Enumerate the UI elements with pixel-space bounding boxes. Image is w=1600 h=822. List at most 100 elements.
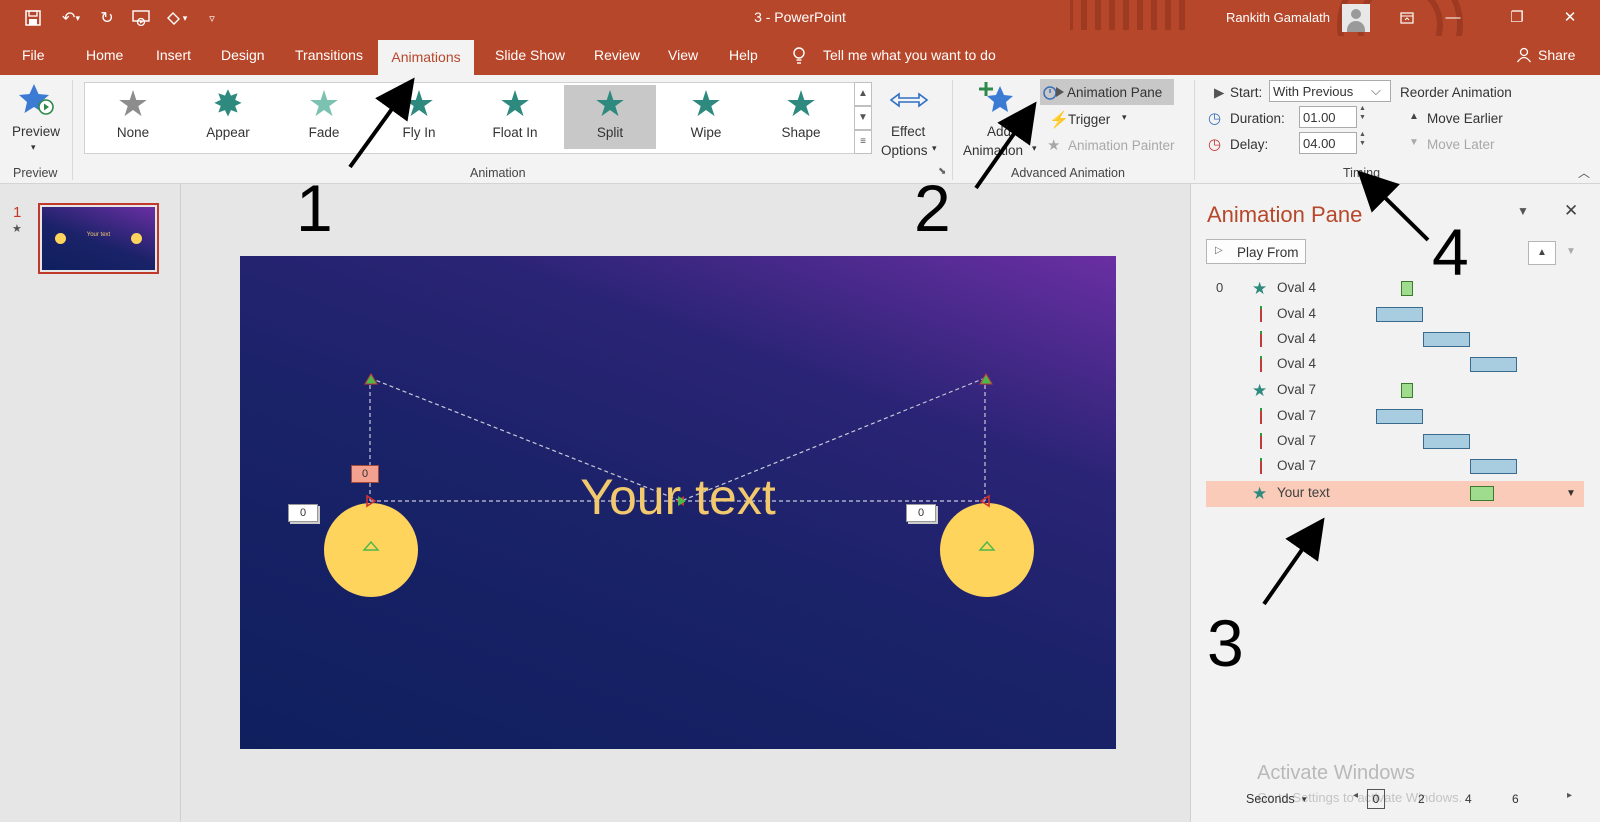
effect-options-dropdown-icon[interactable]: ▾ [932, 143, 937, 154]
row-dropdown-icon[interactable]: ▼ [1566, 488, 1576, 499]
animation-split[interactable]: ★ Split [564, 85, 656, 149]
gallery-scroll-down-icon[interactable]: ▼ [854, 106, 872, 130]
gallery-scroll-up-icon[interactable]: ▲ [854, 82, 872, 106]
timeline-scroll-right-icon[interactable]: ▸ [1567, 790, 1572, 801]
effect-options-label-2[interactable]: Options [881, 143, 928, 158]
duration-spinner-icon[interactable]: ▲ ▼ [1359, 104, 1366, 122]
tab-animations[interactable]: Animations [378, 40, 474, 76]
tab-design[interactable]: Design [221, 47, 265, 63]
list-item[interactable]: Oval 4 [1277, 280, 1316, 295]
lightbulb-icon [792, 47, 806, 65]
ribbon-display-options-icon[interactable] [1392, 6, 1422, 30]
motion-path-icon [1260, 458, 1262, 474]
share-button[interactable]: Share [1538, 47, 1575, 63]
add-animation-button[interactable]: Add [987, 124, 1011, 139]
move-up-icon[interactable]: ▲ [1528, 241, 1556, 265]
list-item[interactable]: Oval 4 [1277, 356, 1316, 371]
play-from-button[interactable]: ▷ Play From [1206, 239, 1306, 264]
minimize-icon[interactable]: — [1438, 6, 1468, 30]
list-item[interactable]: Your text [1277, 485, 1330, 500]
timeline-bar[interactable] [1401, 383, 1413, 398]
timeline-bar[interactable] [1423, 332, 1470, 347]
motion-path-icon [1260, 331, 1262, 347]
tab-file[interactable]: File [22, 47, 45, 63]
add-animation-dropdown-icon[interactable]: ▾ [1032, 143, 1037, 154]
move-earlier-button[interactable]: Move Earlier [1427, 111, 1503, 126]
move-down-icon[interactable]: ▼ [1558, 241, 1584, 263]
watermark-title: Activate Windows [1257, 762, 1415, 784]
animation-pane-label: Animation Pane [1067, 85, 1163, 100]
preview-dropdown-icon[interactable]: ▾ [31, 142, 36, 153]
annotation-number-2: 2 [914, 171, 951, 245]
animation-appear[interactable]: ✸ Appear [182, 85, 274, 149]
tell-me-search[interactable]: Tell me what you want to do [823, 47, 996, 63]
timeline-bar[interactable] [1376, 307, 1423, 322]
timeline-bar[interactable] [1401, 281, 1413, 296]
timeline-bar[interactable] [1423, 434, 1470, 449]
delay-input[interactable]: 04.00 [1299, 132, 1357, 154]
slide-number: 1 [13, 204, 22, 221]
list-item[interactable]: Oval 7 [1277, 433, 1316, 448]
pane-options-icon[interactable]: ▼ [1517, 204, 1529, 218]
ribbon-separator [952, 80, 953, 180]
add-animation-icon[interactable] [978, 80, 1016, 118]
share-icon[interactable] [1516, 47, 1532, 63]
slide-canvas[interactable]: Your text 0 0 0 [240, 256, 1116, 749]
timeline-bar[interactable] [1470, 357, 1517, 372]
close-pane-icon[interactable]: ✕ [1564, 201, 1578, 221]
add-animation-label-2[interactable]: Animation [963, 143, 1023, 158]
animation-shape[interactable]: ★ Shape [755, 85, 847, 149]
close-icon[interactable]: ✕ [1555, 6, 1585, 30]
timeline-scroll-left-icon[interactable]: ◂ [1353, 790, 1358, 801]
tab-view[interactable]: View [668, 47, 698, 63]
chevron-down-icon[interactable]: ⌵ [1371, 83, 1381, 99]
timeline-bar[interactable] [1376, 409, 1423, 424]
effect-options-icon[interactable] [889, 90, 929, 110]
delay-label: Delay: [1230, 137, 1269, 152]
delay-spinner-icon[interactable]: ▲ ▼ [1359, 130, 1366, 148]
collapse-ribbon-icon[interactable]: ︿ [1578, 164, 1590, 181]
animation-wipe[interactable]: ★ Wipe [660, 85, 752, 149]
start-play-icon: ▶ [1214, 85, 1225, 100]
list-item[interactable]: Oval 7 [1277, 382, 1316, 397]
list-item[interactable]: Oval 7 [1277, 408, 1316, 423]
tab-home[interactable]: Home [86, 47, 123, 63]
animation-tag[interactable]: 0 [906, 504, 936, 522]
tab-transitions[interactable]: Transitions [295, 47, 363, 63]
group-label-timing: Timing [1343, 166, 1381, 180]
trigger-button[interactable]: Trigger [1068, 112, 1110, 127]
list-item[interactable]: Oval 4 [1277, 331, 1316, 346]
animation-none[interactable]: ★ None [87, 85, 179, 149]
gallery-more-icon[interactable]: ≡ [854, 130, 872, 154]
list-item[interactable]: Oval 7 [1277, 458, 1316, 473]
restore-icon[interactable]: ❐ [1502, 6, 1532, 30]
animation-painter-button[interactable]: Animation Painter [1068, 138, 1175, 153]
tab-slide-show[interactable]: Slide Show [495, 47, 565, 63]
motion-path-icon [1260, 356, 1262, 372]
effect-options-button[interactable]: Effect [891, 124, 925, 139]
animation-tag[interactable]: 0 [288, 504, 318, 522]
tab-help[interactable]: Help [729, 47, 758, 63]
seconds-dropdown-icon[interactable]: ▾ [1302, 794, 1307, 805]
animation-fade[interactable]: ★ Fade [278, 85, 370, 149]
duration-input[interactable]: 01.00 [1299, 106, 1357, 128]
user-name[interactable]: Rankith Gamalath [1226, 10, 1330, 25]
seconds-dropdown[interactable]: Seconds [1246, 792, 1295, 806]
delay-clock-icon: ◷ [1208, 136, 1222, 153]
timeline-bar[interactable] [1470, 459, 1517, 474]
animation-float-in[interactable]: ★ Float In [469, 85, 561, 149]
trigger-dropdown-icon[interactable]: ▾ [1122, 112, 1127, 123]
slide-thumbnail[interactable]: Your text [38, 203, 159, 274]
avatar[interactable] [1342, 4, 1370, 32]
tab-insert[interactable]: Insert [156, 47, 191, 63]
preview-button[interactable]: Preview [12, 124, 60, 139]
preview-star-icon[interactable] [14, 82, 58, 116]
tab-review[interactable]: Review [594, 47, 640, 63]
animation-fly-in[interactable]: ★ Fly In [373, 85, 465, 149]
timeline-bar[interactable] [1470, 486, 1494, 501]
duration-clock-icon: ◷ [1208, 110, 1222, 127]
list-item[interactable]: Oval 4 [1277, 306, 1316, 321]
star-float-in-icon: ★ [498, 83, 532, 124]
move-later-button[interactable]: Move Later [1427, 137, 1495, 152]
animation-tag[interactable]: 0 [351, 465, 379, 483]
